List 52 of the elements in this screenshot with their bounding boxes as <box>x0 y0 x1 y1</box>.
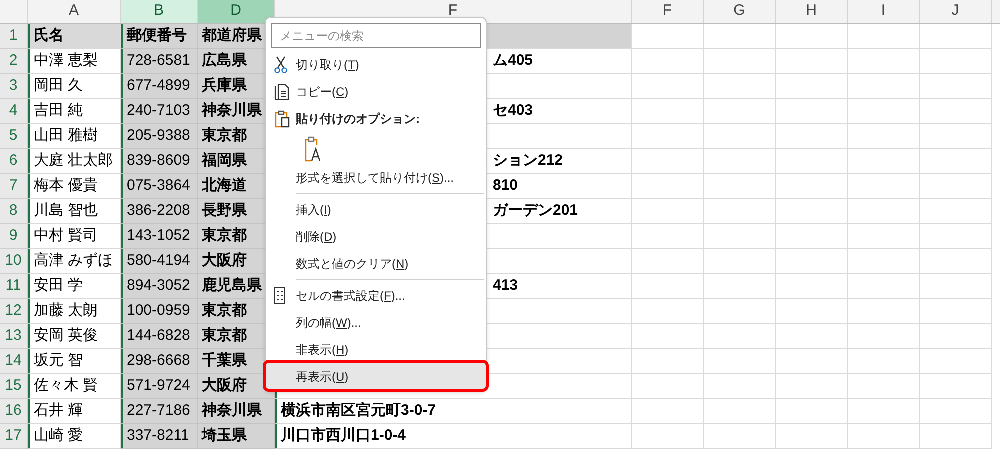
row-header[interactable]: 15 <box>0 374 28 399</box>
column-header[interactable]: J <box>920 0 992 23</box>
table-cell: 205-9388 <box>121 124 198 149</box>
table-cell: 神奈川県 <box>198 399 275 424</box>
table-cell: 337-8211 <box>121 424 198 449</box>
table-cell: 227-7186 <box>121 399 198 424</box>
row-header[interactable]: 9 <box>0 224 28 249</box>
column-header[interactable]: I <box>848 0 920 23</box>
table-cell: 894-3052 <box>121 274 198 299</box>
column-header[interactable]: F <box>632 0 704 23</box>
search-field[interactable]: メニューの検索 <box>271 23 481 48</box>
table-cell: 氏名 <box>28 24 121 49</box>
table-cell: 298-6668 <box>121 349 198 374</box>
row-header[interactable]: 16 <box>0 399 28 424</box>
copy-icon <box>274 82 290 100</box>
column-header[interactable]: D <box>198 0 275 23</box>
row-header[interactable]: 1 <box>0 24 28 49</box>
scissors-icon <box>274 56 288 74</box>
table-cell: 839-8609 <box>121 149 198 174</box>
table-cell: 728-6581 <box>121 49 198 74</box>
row-header[interactable]: 3 <box>0 74 28 99</box>
row-header[interactable]: 5 <box>0 124 28 149</box>
menu-item[interactable]: 再表示(U) <box>266 363 486 390</box>
table-cell: 580-4194 <box>121 249 198 274</box>
row-header[interactable]: 17 <box>0 424 28 449</box>
table-cell: 677-4899 <box>121 74 198 99</box>
table-cell: 571-9724 <box>121 374 198 399</box>
table-cell: 埼玉県 <box>198 424 275 449</box>
table-cell: 075-3864 <box>121 174 198 199</box>
row-header[interactable]: 6 <box>0 149 28 174</box>
row-header[interactable]: 10 <box>0 249 28 274</box>
row-header[interactable]: 12 <box>0 299 28 324</box>
table-cell: 143-1052 <box>121 224 198 249</box>
row-header[interactable]: 14 <box>0 349 28 374</box>
row-header[interactable]: 7 <box>0 174 28 199</box>
table-cell: 240-7103 <box>121 99 198 124</box>
table-cell: 川口市西川口1-0-4 <box>275 424 632 449</box>
table-cell: 386-2208 <box>121 199 198 224</box>
table-cell: 郵便番号 <box>121 24 198 49</box>
table-cell: 横浜市南区宮元町3-0-7 <box>275 399 632 424</box>
table-cell: 144-6828 <box>121 324 198 349</box>
clipboard-icon <box>274 110 290 128</box>
row-header[interactable]: 13 <box>0 324 28 349</box>
column-header[interactable]: H <box>776 0 848 23</box>
format-cells-icon <box>274 286 286 304</box>
column-header[interactable]: G <box>704 0 776 23</box>
row-header[interactable]: 4 <box>0 99 28 124</box>
row-header[interactable]: 2 <box>0 49 28 74</box>
table-cell: 100-0959 <box>121 299 198 324</box>
row-header[interactable]: 8 <box>0 199 28 224</box>
row-header[interactable]: 11 <box>0 274 28 299</box>
column-header[interactable]: B <box>121 0 198 23</box>
